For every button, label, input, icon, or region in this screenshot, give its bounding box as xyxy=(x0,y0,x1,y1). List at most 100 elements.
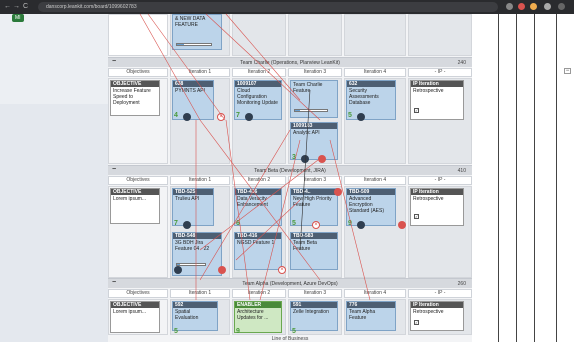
ip-card[interactable]: IP Iteration Retrospective ✓ xyxy=(410,301,464,331)
team-header[interactable]: − Team Alpha (Development, Azure DevOps)… xyxy=(108,278,472,288)
blocked-icon[interactable]: × xyxy=(217,113,225,121)
card-points: 7 xyxy=(174,220,178,227)
team-count: 410 xyxy=(457,168,466,174)
column-header: Iteration 4 xyxy=(344,68,406,77)
card[interactable]: TBD-436 Data Veracity Enhancement xyxy=(234,188,282,226)
iteration-cell xyxy=(232,14,286,56)
left-panel: MI xyxy=(0,14,108,342)
extension-icon[interactable] xyxy=(506,3,513,10)
dependency-icon[interactable] xyxy=(218,266,226,274)
team-count: 240 xyxy=(457,60,466,66)
objectives-cell xyxy=(108,14,168,56)
footer-label: Line of Business xyxy=(271,336,309,342)
card-points: 6 xyxy=(236,220,240,227)
column-header: Iteration 2 xyxy=(232,289,286,298)
extension-icon[interactable] xyxy=(530,3,537,10)
card-title: Data Veracity Enhancement xyxy=(237,196,268,208)
card-points: 3 xyxy=(292,154,296,161)
card[interactable]: 638 PYMNTS API xyxy=(172,80,214,120)
column-header: Iteration 4 xyxy=(344,176,406,185)
left-panel-tag: MI xyxy=(12,14,24,22)
objective-card[interactable]: OBJECTIVE Increase Feature Speed to Depl… xyxy=(110,80,160,116)
card[interactable]: TBD-509 Advanced Encryption Standard (AE… xyxy=(346,188,396,226)
objective-text: Increase Feature Speed to Deployment xyxy=(113,88,151,106)
team-count: 260 xyxy=(457,281,466,287)
card-points: 5 xyxy=(348,112,352,119)
avatar xyxy=(301,155,309,163)
card-points: 4 xyxy=(174,112,178,119)
objective-card[interactable]: OBJECTIVE Lorem ipsum... xyxy=(110,301,160,333)
dependency-icon[interactable] xyxy=(318,155,326,163)
column-header: - IP - xyxy=(408,68,472,77)
card[interactable]: 632 Security Assessments Database xyxy=(346,80,396,120)
checkbox[interactable]: ✓ xyxy=(414,108,419,113)
card-title: Analytic API xyxy=(293,130,320,136)
objective-card[interactable]: OBJECTIVE Lorem ipsum... xyxy=(110,188,160,224)
column-header: - IP - xyxy=(408,289,472,298)
card[interactable]: TBD-416 NGSD Feature 1 xyxy=(234,232,282,270)
card-title: Advanced Encryption Standard (AES) xyxy=(349,196,385,214)
card-title: PYMNTS API xyxy=(175,88,206,94)
card[interactable]: TBD-525 Trulieu API xyxy=(172,188,214,226)
avatar xyxy=(357,113,365,121)
card[interactable]: Team Charlie Feature xyxy=(290,80,338,118)
column-header: Iteration 1 xyxy=(170,289,230,298)
column-header: Iteration 4 xyxy=(344,289,406,298)
dependency-icon[interactable] xyxy=(398,221,406,229)
card-title: Architecture Updates for ... xyxy=(237,309,269,321)
card-title: Cloud Configuration Monitoring Update xyxy=(237,88,278,106)
card-title: Trulieu API xyxy=(175,196,200,202)
card-title: Team Beta Feature xyxy=(293,240,317,252)
card-title: Security Assessments Database xyxy=(349,88,379,106)
card[interactable]: ENABLER Architecture Updates for ... xyxy=(234,301,282,333)
back-icon[interactable]: ← xyxy=(4,3,11,10)
profile-avatar[interactable] xyxy=(544,3,551,10)
card[interactable]: TBD-583 Team Beta Feature xyxy=(290,232,338,270)
objective-text: Lorem ipsum... xyxy=(113,196,147,202)
blocked-icon[interactable]: × xyxy=(278,266,286,274)
card[interactable]: 1009107 Cloud Configuration Monitoring U… xyxy=(234,80,282,120)
board: & NEW DATA FEATURE − Team Charlie (Opera… xyxy=(108,14,472,342)
dependency-icon[interactable] xyxy=(334,188,342,196)
avatar xyxy=(245,113,253,121)
collapse-icon[interactable]: − xyxy=(564,68,571,74)
forward-icon[interactable]: → xyxy=(13,3,20,10)
checkbox[interactable]: ✓ xyxy=(414,214,419,219)
team-name: Team Beta (Development, JIRA) xyxy=(254,168,326,174)
card[interactable]: & NEW DATA FEATURE xyxy=(172,14,222,50)
menu-icon[interactable] xyxy=(558,3,565,10)
team-header[interactable]: − Team Charlie (Operations, Planview Lea… xyxy=(108,57,472,67)
avatar xyxy=(183,113,191,121)
extension-icon[interactable] xyxy=(518,3,525,10)
column-header: Objectives xyxy=(108,176,168,185)
team-name: Team Alpha (Development, Azure DevOps) xyxy=(242,281,338,287)
column-header: Iteration 1 xyxy=(170,176,230,185)
card[interactable]: 592 Spatial Evaluation xyxy=(172,301,218,331)
progress-bar xyxy=(294,109,328,112)
divider xyxy=(498,14,499,342)
reload-icon[interactable]: C xyxy=(23,3,28,10)
avatar xyxy=(174,266,182,274)
ip-text: Retrospective xyxy=(413,309,444,315)
iteration-cell xyxy=(288,14,342,56)
right-panel: − xyxy=(472,14,574,342)
card-points: 9 xyxy=(348,220,352,227)
column-header: - IP - xyxy=(408,176,472,185)
blocked-icon[interactable]: × xyxy=(312,221,320,229)
card-points: 5 xyxy=(174,328,178,335)
card[interactable]: 591 Zelle Integration xyxy=(290,301,338,331)
ip-cell xyxy=(408,14,472,56)
column-header: Iteration 3 xyxy=(288,68,342,77)
avatar xyxy=(357,221,365,229)
team-header[interactable]: − Team Beta (Development, JIRA) 410 xyxy=(108,165,472,175)
card-title: Spatial Evaluation xyxy=(175,309,199,321)
card-points: 5 xyxy=(292,328,296,335)
card[interactable]: 776 Team Alpha Feature xyxy=(346,301,396,331)
column-header: Iteration 2 xyxy=(232,68,286,77)
address-bar[interactable]: danscorp.leankit.com/board/1099602783 xyxy=(38,2,498,12)
card[interactable]: 1009183 Analytic API xyxy=(290,122,338,160)
ip-card[interactable]: IP Iteration Retrospective ✓ xyxy=(410,188,464,226)
card-title: Zelle Integration xyxy=(293,309,329,315)
checkbox[interactable]: ✓ xyxy=(414,320,419,325)
ip-card[interactable]: IP Iteration Retrospective ✓ xyxy=(410,80,464,120)
